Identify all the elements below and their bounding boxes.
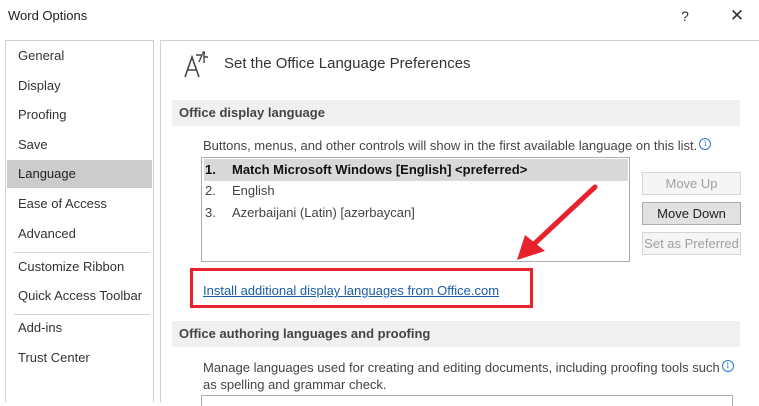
window-title: Word Options [8, 8, 88, 23]
sidebar-item-customize-ribbon[interactable]: Customize Ribbon [7, 253, 152, 281]
help-button[interactable]: ? [675, 6, 695, 26]
authoring-languages-description: Manage languages used for creating and e… [203, 360, 743, 375]
sidebar-item-proofing[interactable]: Proofing [7, 101, 152, 129]
info-icon[interactable]: i [699, 138, 712, 150]
sidebar-item-quick-access-toolbar[interactable]: Quick Access Toolbar [7, 282, 152, 310]
list-item[interactable]: 1. Match Microsoft Windows [English] <pr… [204, 159, 628, 181]
move-down-button[interactable]: Move Down [642, 202, 741, 225]
install-display-languages-link[interactable]: Install additional display languages fro… [203, 283, 499, 298]
sidebar-item-save[interactable]: Save [7, 131, 152, 159]
language-icon [184, 51, 208, 78]
sidebar-item-ease-of-access[interactable]: Ease of Access [7, 190, 152, 218]
info-icon[interactable]: i [721, 360, 734, 372]
display-language-section-header: Office display language [172, 100, 740, 126]
sidebar-item-advanced[interactable]: Advanced [7, 220, 152, 248]
close-button[interactable]: ✕ [726, 5, 748, 27]
annotation-arrow [517, 184, 598, 260]
title-bar: Word Options ? ✕ [0, 0, 759, 32]
move-up-button[interactable]: Move Up [642, 172, 741, 195]
sidebar-item-add-ins[interactable]: Add-ins [7, 314, 152, 342]
sidebar-item-display[interactable]: Display [7, 72, 152, 100]
authoring-description-line-1: Manage languages used for creating and e… [203, 360, 720, 375]
set-as-preferred-button[interactable]: Set as Preferred [642, 232, 741, 255]
authoring-description-line-2: as spelling and grammar check. [203, 377, 387, 392]
authoring-languages-section-header: Office authoring languages and proofing [172, 321, 740, 347]
sidebar-item-trust-center[interactable]: Trust Center [7, 344, 152, 372]
display-language-description: Buttons, menus, and other controls will … [203, 138, 712, 153]
options-sidebar: General Display Proofing Save Language E… [5, 40, 154, 402]
display-language-description-text: Buttons, menus, and other controls will … [203, 138, 698, 153]
page-heading: Set the Office Language Preferences [224, 55, 471, 72]
sidebar-item-language[interactable]: Language [7, 160, 152, 188]
sidebar-item-general[interactable]: General [7, 42, 152, 70]
